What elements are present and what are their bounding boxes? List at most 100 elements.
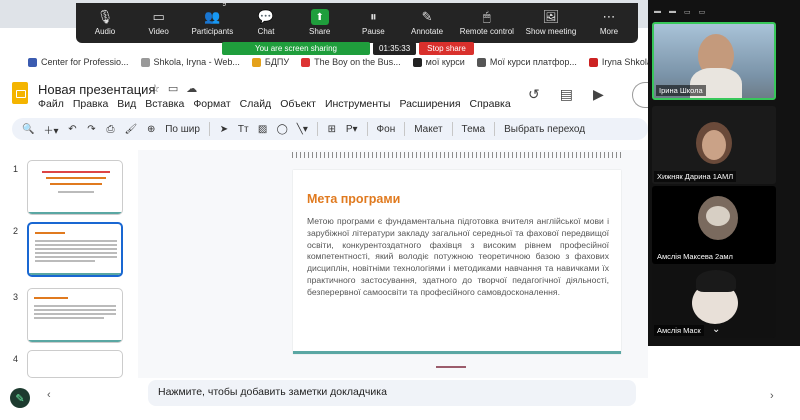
timer-text: 01:35:33 [379,44,411,53]
bookmark-item[interactable]: Center for Professio... [28,57,129,67]
slide-thumbnail[interactable] [27,288,123,343]
chat-label: Chat [257,27,275,36]
menu-item[interactable]: Правка [73,98,108,110]
theme-button[interactable]: Тема [462,124,486,135]
text-box-icon[interactable]: Tт [238,124,249,135]
annotate-button[interactable]: ✎ Annotate [406,9,448,36]
collapse-filmstrip-icon[interactable]: ‹ [47,389,51,401]
slide-thumbnail[interactable] [27,350,123,378]
slide-number: 3 [13,292,19,302]
zoom-select[interactable]: По шир [165,124,200,135]
bookmark-label: Shkola, Iryna - Web... [153,57,240,67]
more-button[interactable]: ⋯ More [588,9,630,36]
undo-icon[interactable]: ↶ [67,124,77,135]
current-slide[interactable]: Мета програми Метою програми є фундамент… [293,170,621,354]
slide-thumbnail[interactable] [27,160,123,215]
menu-item[interactable]: Справка [470,98,511,110]
print-icon[interactable]: ⎙ [105,124,115,135]
video-label: Video [148,27,169,36]
menu-item[interactable]: Объект [280,98,316,110]
bookmark-item[interactable]: Iryna Shkola [588,57,648,67]
document-title[interactable]: Новая презентация [38,82,155,97]
bookmark-item[interactable]: The Boy on the Bus... [301,57,401,67]
pause-button[interactable]: ⏸ Pause [352,9,394,36]
bookmark-item[interactable]: БДПУ [251,57,289,67]
bookmark-item[interactable]: мої курси [412,57,465,67]
select-cursor-icon[interactable]: ➤ [219,124,229,135]
thumbnail-text-line [35,256,117,258]
header-actions: ↺ ▤ ▶ [528,86,604,103]
participant-tile[interactable]: Амслія Максева 2амл [652,186,776,264]
participants-button[interactable]: 👥 9 Participants [191,1,233,36]
view-icon[interactable]: ▭ [684,8,691,16]
slide-title[interactable]: Мета програми [307,192,400,206]
image-icon[interactable]: ▨ [258,124,268,135]
canvas-scroll-indicator [436,366,466,368]
speaker-notes[interactable]: Нажмите, чтобы добавить заметки докладчи… [148,380,636,406]
new-slide-icon[interactable]: ＋▾ [43,122,58,137]
menu-item[interactable]: Формат [193,98,230,110]
layout-button[interactable]: Макет [414,124,442,135]
paint-format-icon[interactable]: 🖌 [124,124,137,135]
comments-icon[interactable]: ▤ [560,86,573,103]
thumbnail-accent-bar [28,212,122,214]
redo-icon[interactable]: ↷ [86,124,96,135]
participant-video [702,130,726,160]
move-folder-icon[interactable]: ▭ [168,82,178,95]
line-icon[interactable]: ╲▾ [297,124,308,135]
bookmark-label: мої курси [425,57,465,67]
sharing-text: You are screen sharing [255,44,337,53]
bookmark-item[interactable]: Мої курси платфор... [476,57,577,67]
toolbar-divider [208,122,210,136]
background-button[interactable]: Фон [377,124,396,135]
slides-logo-icon[interactable] [12,82,28,104]
bookmark-item[interactable]: Shkola, Iryna - Web... [140,57,240,67]
comment-add-icon[interactable]: ⊞ [327,124,337,135]
showmeeting-button[interactable]: 🖼 Show meeting [526,9,577,36]
share-label: Share [309,27,331,36]
video-button[interactable]: ▭ Video [138,9,180,36]
cloud-icon[interactable]: ☁ [186,82,197,95]
menu-item[interactable]: Файл [38,98,64,110]
menu-item[interactable]: Инструменты [325,98,390,110]
view-icon[interactable]: ▬ [654,8,661,16]
slide-thumbnail[interactable] [27,222,123,277]
toolbar-divider [366,122,368,136]
zoom-icon[interactable]: ⊕ [146,124,156,135]
participant-tile[interactable]: Ірина Школа [652,22,776,100]
view-icon[interactable]: ▬ [669,8,676,16]
expand-panel-icon[interactable]: › [770,390,774,402]
audio-button[interactable]: 🎙 Audio [84,9,126,36]
chat-button[interactable]: 💬 Chat [245,9,287,36]
menu-item[interactable]: Вид [117,98,136,110]
thumbnail-text-line [34,313,116,315]
menu-item[interactable]: Расширения [399,98,460,110]
text-style-icon[interactable]: P▾ [346,124,358,135]
shape-icon[interactable]: ◯ [277,124,288,135]
meet-icon[interactable]: ▶ [593,86,604,103]
gallery-edge [778,0,800,346]
bookmark-favicon-icon [588,57,598,67]
remote-button[interactable]: 🖱 Remote control [460,9,514,36]
stop-share-button[interactable]: Stop share [419,42,474,55]
search-icon[interactable]: 🔍 [22,124,34,135]
menu-item[interactable]: Слайд [240,98,272,110]
transition-button[interactable]: Выбрать переход [504,124,585,135]
title-icons: ☆ ▭ ☁ [150,82,197,95]
view-icon[interactable]: ▭ [699,8,706,16]
pen-icon[interactable]: ✎ [10,388,30,408]
menu-bar: Файл Правка Вид Вставка Формат Слайд Объект Инс… [38,98,511,110]
zoom-toolbar: 🎙 Audio ▭ Video 👥 9 Participants 💬 Chat ⬆ Share ⏸ Pa… [76,1,638,43]
history-icon[interactable]: ↺ [528,86,540,103]
participant-name: Хижняк Дарина 1АМЛ [654,171,737,182]
participant-tile[interactable]: Хижняк Дарина 1АМЛ [652,106,776,184]
thumbnail-text-line [35,240,117,242]
share-button[interactable]: ⬆ Share [299,9,341,36]
bookmark-label: Мої курси платфор... [489,57,577,67]
star-icon[interactable]: ☆ [150,82,160,95]
chevron-down-icon[interactable]: ⌄ [712,324,720,335]
slide-body-text[interactable]: Метою програми є фундаментальна підготов… [307,216,609,299]
menu-item[interactable]: Вставка [145,98,184,110]
thumbnail-accent-bar [29,273,121,275]
bookmark-label: Center for Professio... [41,57,129,67]
